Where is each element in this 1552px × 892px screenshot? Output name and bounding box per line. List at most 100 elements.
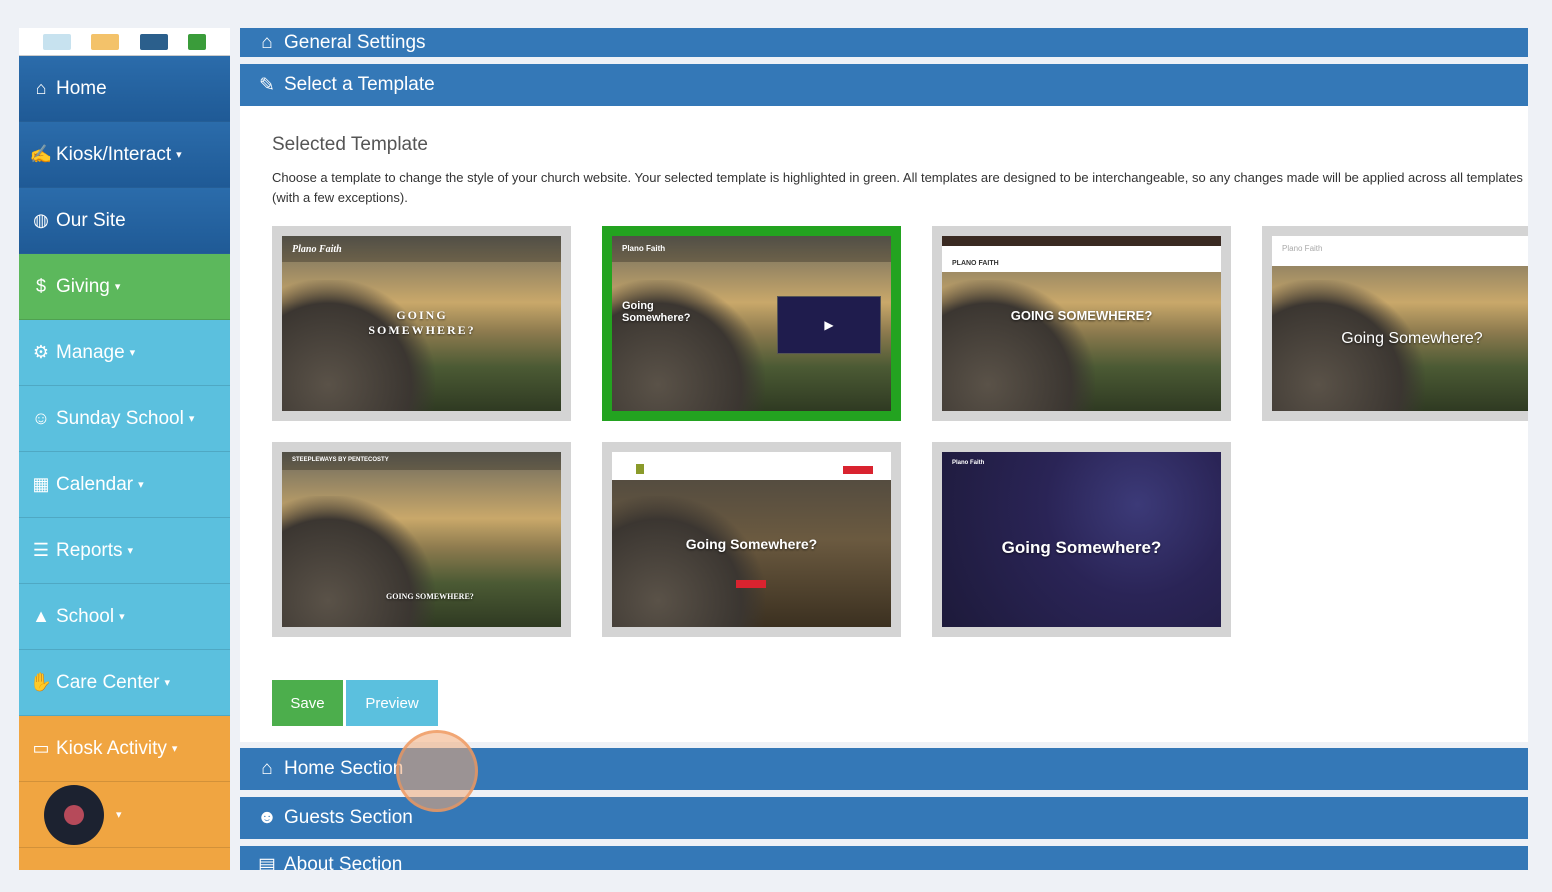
template-thumbnail: STEEPLEWAYS BY PENTECOSTY GOING SOMEWHER… [282,452,561,627]
template-headline: Going Somewhere? [685,536,818,552]
sidebar-item-care-center[interactable]: ✋ Care Center ▾ [19,650,230,716]
giving-icon: $ [35,276,46,296]
record-dot-icon [64,805,84,825]
template-headline: Going Somewhere? [1341,330,1483,347]
sidebar-item-label: Home [56,77,107,99]
caret-down-icon: ▾ [116,809,122,821]
home-section-label: Home Section [284,758,404,779]
general-settings-label: General Settings [284,31,426,53]
template-thumbnail: Plano Faith Going Somewhere? [1272,236,1528,411]
users-icon: ☻ [257,807,277,828]
kiosk-icon: ✍ [29,144,53,164]
template-panel: Selected Template Choose a template to c… [240,106,1528,742]
template-thumbnail: Going Somewhere? [612,452,891,627]
template-brand: Plano Faith [952,460,985,466]
child-icon: ☺ [31,408,51,428]
graduation-cap-icon: ▲ [32,606,50,626]
sidebar-item-label: Reports [56,539,123,561]
sidebar-item-sunday-school[interactable]: ☺ Sunday School ▾ [19,386,230,452]
caret-down-icon: ▾ [114,281,121,293]
monitor-icon: ▭ [32,738,50,758]
sidebar-toolbar [19,28,230,56]
hand-icon: ✋ [29,672,53,692]
caret-down-icon: ▾ [164,677,171,689]
about-section-bar[interactable]: ▤ About Section [240,846,1528,870]
home-icon: ⌂ [261,31,273,53]
template-card-2-selected[interactable]: Plano Faith Going Somewhere? ▶ [602,226,901,421]
template-brand: Plano Faith [622,244,666,253]
guests-section-label: Guests Section [284,807,413,828]
sidebar-item-label: Kiosk/Interact [56,143,172,165]
template-headline: Going Somewhere? [1001,538,1162,557]
sidebar-item-school[interactable]: ▲ School ▾ [19,584,230,650]
sidebar-item-calendar[interactable]: ▦ Calendar ▾ [19,452,230,518]
home-icon: ⌂ [35,78,47,98]
caret-down-icon: ▾ [119,611,125,623]
globe-icon: ◍ [33,210,49,230]
sidebar-item-label: Giving [56,275,110,297]
sidebar-item-kiosk-activity[interactable]: ▭ Kiosk Activity ▾ [19,716,230,782]
gear-icon: ⚙ [32,342,50,362]
template-brand: PLANO FAITH [952,260,999,267]
template-brand: Plano Faith [1282,244,1323,253]
sidebar-item-label: Care Center [56,671,160,693]
sidebar-item-label: Sunday School [56,407,184,429]
sidebar-item-label: Kiosk Activity [56,737,167,759]
section-title: Selected Template [272,134,428,155]
template-card-7[interactable]: Plano Faith Going Somewhere? [932,442,1231,637]
template-headline: Going Somewhere? [622,300,691,324]
template-card-4[interactable]: Plano Faith Going Somewhere? [1262,226,1528,421]
template-headline: GOING SOMEWHERE? [1010,308,1153,323]
caret-down-icon: ▾ [129,347,136,359]
sidebar-item-label: School [56,605,115,627]
sidebar-item-label: Calendar [56,473,134,495]
caret-down-icon: ▾ [138,479,144,491]
caret-down-icon: ▾ [176,149,182,161]
caret-down-icon: ▾ [171,743,178,755]
template-brand: Plano Faith [292,244,342,255]
template-brand: STEEPLEWAYS BY PENTECOSTY [292,457,389,463]
template-card-1[interactable]: Plano Faith GOING SOMEWHERE? [272,226,571,421]
sidebar-item-manage[interactable]: ⚙ Manage ▾ [19,320,230,386]
template-headline: GOING SOMEWHERE? [386,592,474,601]
record-button[interactable] [44,785,104,845]
sidebar-item-label: Our Site [56,209,126,231]
video-thumbnail: ▶ [777,296,881,354]
document-icon: ▤ [258,855,276,870]
sidebar-item-our-site[interactable]: ◍ Our Site [19,188,230,254]
calendar-icon: ▦ [32,474,50,494]
template-card-6[interactable]: Going Somewhere? [602,442,901,637]
save-button[interactable]: Save [272,680,343,726]
sidebar-item-label: Manage [56,341,125,363]
list-icon: ☰ [32,540,50,560]
template-thumbnail: Plano Faith Going Somewhere? [942,452,1221,627]
template-card-3[interactable]: PLANO FAITH GOING SOMEWHERE? [932,226,1231,421]
card-icon[interactable] [43,33,72,50]
template-thumbnail: Plano Faith Going Somewhere? ▶ [612,236,891,411]
home-icon: ⌂ [261,758,273,779]
select-template-bar[interactable]: ✎ Select a Template [240,64,1528,106]
caret-down-icon: ▾ [127,545,134,557]
sidebar-item-giving[interactable]: $ Giving ▾ [19,254,230,320]
template-thumbnail: Plano Faith GOING SOMEWHERE? [282,236,561,411]
dollar-icon[interactable] [187,33,206,50]
click-indicator [396,730,478,812]
magic-wand-icon: ✎ [259,74,275,96]
sidebar-item-reports[interactable]: ☰ Reports ▾ [19,518,230,584]
play-icon: ▶ [824,318,834,332]
about-section-label: About Section [284,854,403,870]
sidebar-item-home[interactable]: ⌂ Home [19,56,230,122]
caret-down-icon: ▾ [188,413,195,425]
users-icon[interactable] [139,33,168,50]
sidebar: ⌂ Home ✍ Kiosk/Interact ▾ ◍ Our Site $ G… [19,28,230,870]
template-headline: GOING SOMEWHERE? [368,308,476,337]
preview-button[interactable]: Preview [346,680,438,726]
general-settings-bar[interactable]: ⌂ General Settings [240,28,1528,57]
select-template-label: Select a Template [284,74,435,95]
template-thumbnail: PLANO FAITH GOING SOMEWHERE? [942,236,1221,411]
sidebar-item-kiosk-interact[interactable]: ✍ Kiosk/Interact ▾ [19,122,230,188]
section-description: Choose a template to change the style of… [272,170,1523,205]
edit-icon[interactable] [91,33,120,50]
logo-icon [636,464,644,474]
template-card-5[interactable]: STEEPLEWAYS BY PENTECOSTY GOING SOMEWHER… [272,442,571,637]
